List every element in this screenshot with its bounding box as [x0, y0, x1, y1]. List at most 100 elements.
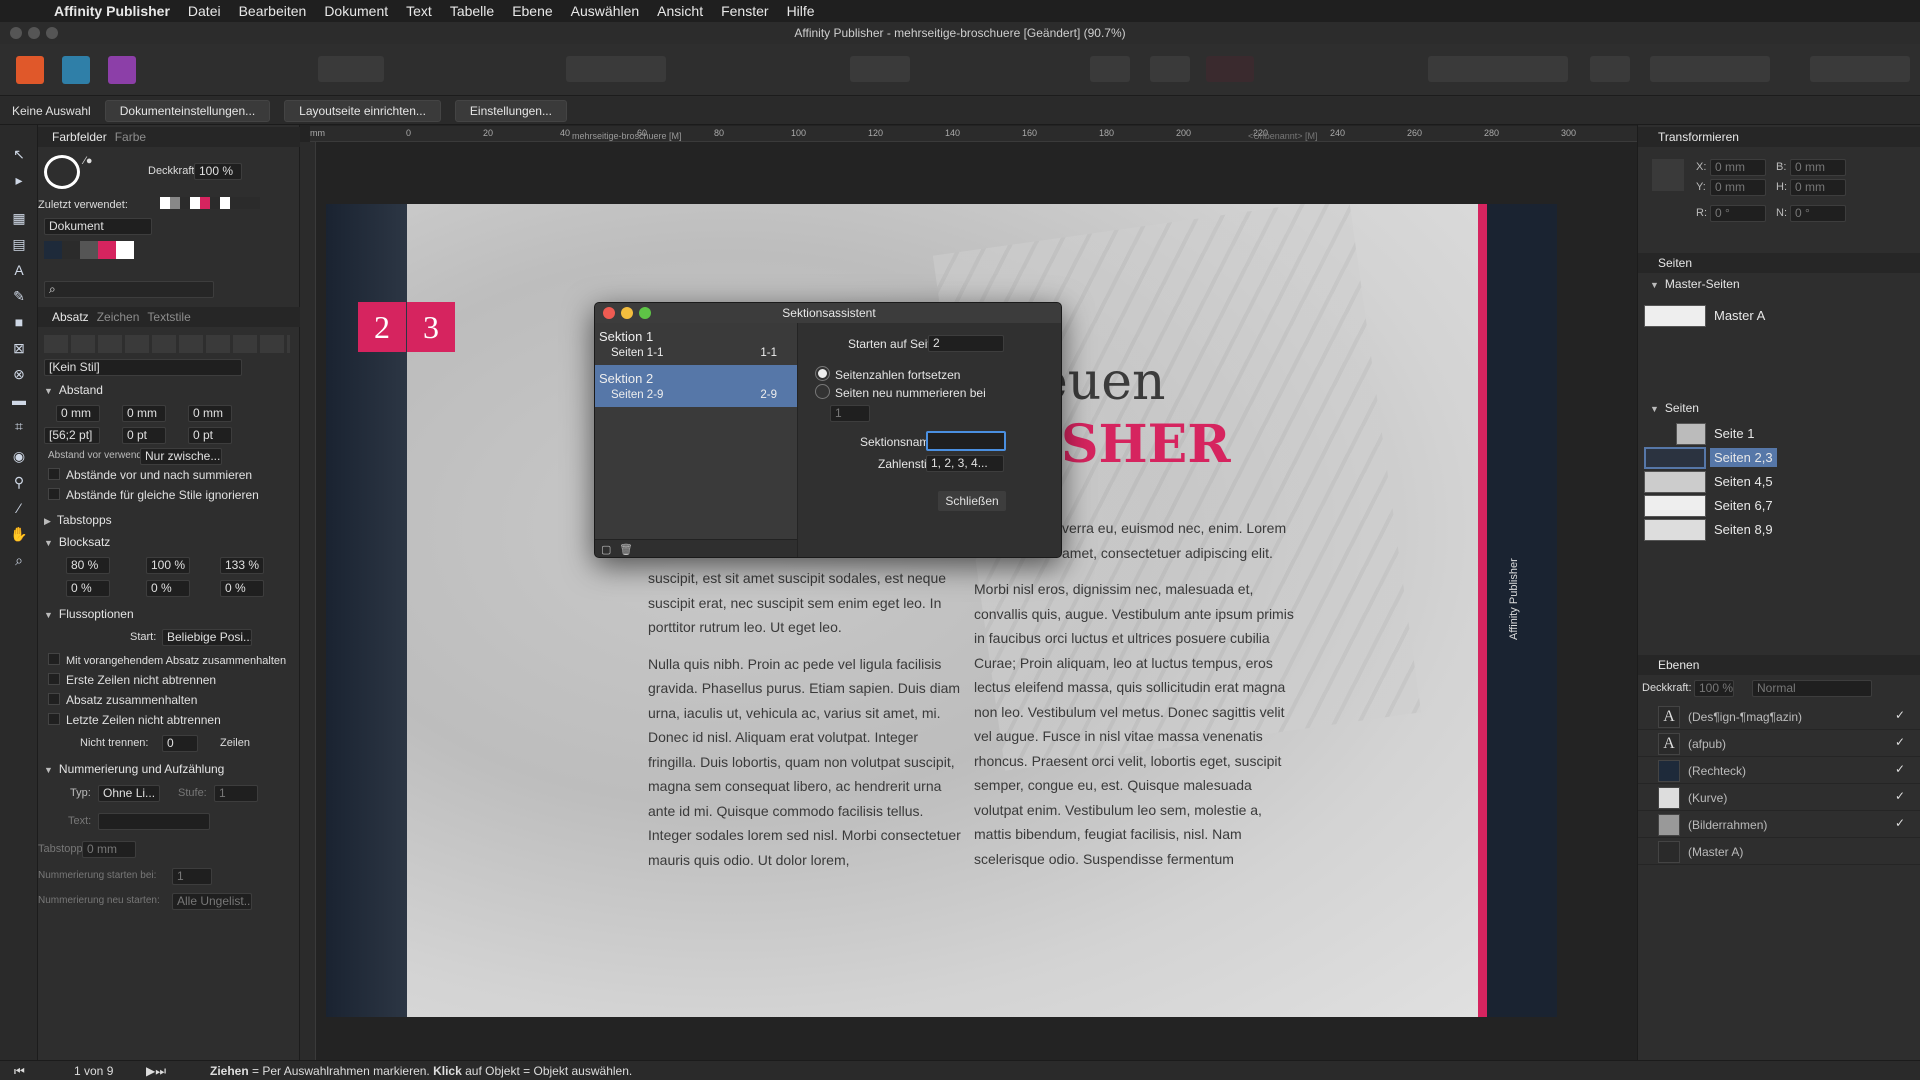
keep-together-checkbox[interactable]: Absatz zusammenhalten — [48, 693, 197, 707]
zoom-window-button[interactable] — [46, 27, 58, 39]
section-name-input[interactable] — [926, 431, 1006, 451]
frame-text-tool-icon[interactable]: ▦ — [10, 209, 28, 227]
table-tool-icon[interactable]: ▤ — [10, 235, 28, 253]
vertical-ruler[interactable] — [300, 142, 316, 1070]
tab-farbe[interactable]: Farbe — [115, 130, 146, 144]
layer-row[interactable]: A (Des¶ign-¶mag¶azin) ✓ — [1638, 703, 1920, 730]
abstand-header[interactable]: Abstand — [44, 383, 103, 397]
pin-tools-group[interactable] — [850, 56, 910, 82]
doc-tab-right[interactable]: <Unbenannt> [M] — [1248, 131, 1318, 141]
document-swatches[interactable] — [44, 241, 134, 259]
text-frame-button[interactable] — [1150, 56, 1190, 82]
document-settings-button[interactable]: Dokumenteinstellungen... — [104, 99, 271, 122]
tabstopps-header[interactable]: Tabstopps — [44, 513, 112, 527]
dialog-close-icon[interactable] — [603, 307, 615, 319]
crop-tool-icon[interactable]: ⌗ — [10, 417, 28, 435]
delete-section-icon[interactable]: 🗑 — [619, 543, 633, 556]
menu-datei[interactable]: Datei — [188, 3, 221, 19]
layer-row[interactable]: (Kurve) ✓ — [1638, 784, 1920, 811]
palette-select[interactable]: Dokument — [44, 218, 152, 235]
text-column-1[interactable]: suscipit, est sit amet suscipit sodales,… — [648, 566, 963, 884]
move-tool-icon[interactable]: ↖ — [10, 145, 28, 163]
section-item-1[interactable]: Sektion 1 Seiten 1-1 1-1 — [595, 323, 797, 365]
tab-farbfelder[interactable]: Farbfelder — [52, 130, 107, 144]
opacity-field[interactable]: 100 % — [194, 163, 242, 180]
start-page-field[interactable]: 2 — [928, 335, 1004, 352]
height-field[interactable]: 0 mm — [1790, 179, 1846, 196]
list-text-field[interactable] — [98, 813, 210, 830]
word-spacing-min-field[interactable]: 80 % — [66, 557, 110, 574]
start-number-field[interactable]: 1 — [172, 868, 212, 885]
text-column-2[interactable]: verra eu, euismod nec, enim. Lorem amet,… — [974, 516, 1294, 883]
leading-field[interactable]: [56;2 pt] — [44, 427, 100, 444]
color-wheel-icon[interactable]: ◉ — [10, 447, 28, 465]
first-page-icon[interactable]: ⏮ — [14, 1064, 25, 1079]
view-mode-group[interactable] — [566, 56, 666, 82]
menu-ebene[interactable]: Ebene — [512, 3, 552, 19]
picture-frame-tool-icon[interactable]: ⊠ — [10, 339, 28, 357]
blocksatz-header[interactable]: Blocksatz — [44, 535, 110, 549]
close-button[interactable]: Schließen — [938, 491, 1006, 511]
layer-row[interactable]: A (afpub) ✓ — [1638, 730, 1920, 757]
eyedropper-icon[interactable]: ⁄● — [84, 155, 92, 167]
transform-group[interactable] — [1650, 56, 1770, 82]
node-tool-icon[interactable]: ▸ — [10, 171, 28, 189]
indent-left-field[interactable]: 0 mm — [56, 405, 100, 422]
menu-fenster[interactable]: Fenster — [721, 3, 768, 19]
y-field[interactable]: 0 mm — [1710, 179, 1766, 196]
menu-auswaehlen[interactable]: Auswählen — [571, 3, 640, 19]
artistic-text-tool-icon[interactable]: A — [10, 261, 28, 279]
page-item-8-9[interactable]: Seiten 8,9 — [1644, 517, 1914, 543]
recent-swatches[interactable] — [160, 197, 260, 209]
word-spacing-field[interactable]: 100 % — [146, 557, 190, 574]
level-field[interactable]: 1 — [214, 785, 258, 802]
letter-spacing-max-field[interactable]: 0 % — [220, 580, 264, 597]
layer-row[interactable]: (Bilderrahmen) ✓ — [1638, 811, 1920, 838]
rotation-field[interactable]: 0 ° — [1710, 205, 1766, 222]
doc-tab-left[interactable]: mehrseitige-broschuere [M] — [572, 131, 682, 141]
menu-hilfe[interactable]: Hilfe — [787, 3, 815, 19]
menu-bearbeiten[interactable]: Bearbeiten — [239, 3, 307, 19]
photo-persona-icon[interactable] — [108, 56, 136, 84]
tab-zeichen[interactable]: Zeichen — [97, 310, 140, 324]
restart-number-field[interactable]: 1 — [830, 405, 870, 422]
share-tools-group[interactable] — [318, 56, 384, 82]
paragraph-style-select[interactable]: [Kein Stil] — [44, 359, 242, 376]
list-type-select[interactable]: Ohne Li... — [98, 785, 160, 802]
horizontal-ruler[interactable]: mm 0 20 40 60 80 100 120 140 160 180 200… — [310, 126, 1637, 142]
snapping-magnet-button[interactable] — [1206, 56, 1254, 82]
swatch-search-input[interactable]: ⌕ — [44, 281, 214, 298]
dialog-zoom-icon[interactable] — [639, 307, 651, 319]
restart-select[interactable]: Alle Ungelist... — [172, 893, 252, 910]
space-after-field[interactable]: 0 pt — [188, 427, 232, 444]
menu-app[interactable]: Affinity Publisher — [54, 3, 170, 19]
menu-tabelle[interactable]: Tabelle — [450, 3, 494, 19]
x-field[interactable]: 0 mm — [1710, 159, 1766, 176]
layout-page-button[interactable]: Layoutseite einrichten... — [284, 99, 441, 122]
page-item-1[interactable]: Seite 1 — [1644, 421, 1914, 447]
shear-field[interactable]: 0 ° — [1790, 205, 1846, 222]
fill-stroke-icon[interactable] — [44, 155, 80, 189]
layers-panel-title[interactable]: Ebenen — [1638, 655, 1920, 675]
page-item-4-5[interactable]: Seiten 4,5 — [1644, 469, 1914, 495]
publisher-persona-icon[interactable] — [16, 56, 44, 84]
page-indicator[interactable]: 1 von 9 — [74, 1064, 113, 1078]
numbering-header[interactable]: Nummerierung und Aufzählung — [44, 762, 224, 776]
orphan-checkbox[interactable]: Erste Zeilen nicht abtrennen — [48, 673, 216, 687]
designer-persona-icon[interactable] — [62, 56, 90, 84]
flow-start-select[interactable]: Beliebige Posi... — [162, 629, 252, 646]
minimize-window-button[interactable] — [28, 27, 40, 39]
blend-mode-select[interactable]: Normal — [1752, 680, 1872, 697]
width-field[interactable]: 0 mm — [1790, 159, 1846, 176]
hand-tool-icon[interactable]: ✋ — [10, 525, 28, 543]
keep-with-previous-checkbox[interactable]: Mit vorangehendem Absatz zusammenhalten — [48, 653, 286, 667]
widow-checkbox[interactable]: Letzte Zeilen nicht abtrennen — [48, 713, 221, 727]
layer-row[interactable]: (Master A) — [1638, 838, 1920, 865]
arrange-group[interactable] — [1428, 56, 1568, 82]
anchor-point-icon[interactable] — [1652, 159, 1684, 191]
sum-spacing-checkbox[interactable]: Abstände vor und nach summieren — [48, 468, 252, 482]
preview-toggle-button[interactable] — [1090, 56, 1130, 82]
master-page-item[interactable]: Master A — [1644, 303, 1914, 329]
space-use-select[interactable]: Nur zwische... — [140, 448, 222, 465]
next-page-icon[interactable]: ▶⏭ — [146, 1064, 166, 1079]
